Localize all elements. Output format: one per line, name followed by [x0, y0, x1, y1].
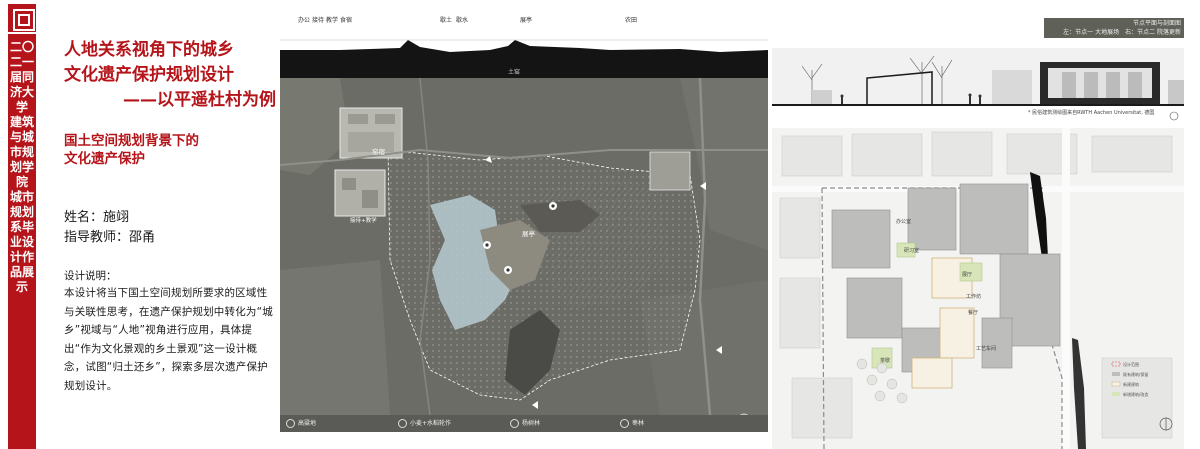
map-top-label: 办公: [298, 16, 310, 24]
description-heading: 设计说明：: [64, 270, 117, 282]
school-logo-icon: [8, 4, 36, 32]
map-top-label: 歇土: [440, 16, 452, 24]
legend-item: 杨树林: [510, 418, 540, 428]
plan-legend-item: 既有建筑/保留: [1123, 371, 1148, 377]
map-top-label: 农田: [625, 16, 637, 24]
banner-strip: 二〇二一届同济大学 建筑与城市规划学院 城市规划系毕业设计作品展示: [8, 34, 36, 449]
plan-label: 办公室: [896, 218, 911, 225]
title-line-3: ——以平遥杜村为例: [123, 90, 276, 110]
plan-label: 餐厅: [968, 309, 978, 316]
advisor-name: 指导教师：邵甬: [64, 230, 156, 245]
circle-icon: [620, 419, 629, 428]
map-top-label: 食宿: [340, 16, 352, 24]
section-header: 节点平面与剖面图 左：节点一 大地展场 右：节点二 院落更新: [1044, 18, 1184, 38]
map-top-label: 土窑: [508, 68, 520, 76]
section-caption: * 民俗建筑测绘图来自RWTH Aachen Universitat, 德国: [1028, 109, 1154, 116]
map-label: 展亭: [522, 229, 536, 238]
subtitle-line-2: 文化遗产保护: [64, 151, 145, 167]
map-top-label: 接待: [312, 16, 324, 24]
author-info: 姓名：施翊 指导教师：邵甬: [64, 208, 155, 248]
map-top-label: 教学: [326, 16, 338, 24]
plan-label: 研习室: [904, 247, 919, 254]
section-header-line-2: 左：节点一 大地展场 右：节点二 院落更新: [1063, 29, 1181, 36]
plan-legend-item: 设计范围: [1123, 361, 1139, 367]
site-map: 办公 接待 教学 食宿 歇土 歇水 展亭 农田 土窑 窑宿 接待+教学 展亭: [280, 0, 768, 432]
section-header-line-1: 节点平面与剖面图: [1132, 20, 1181, 27]
plan-label: 展厅: [962, 272, 972, 278]
student-name: 姓名：施翊: [64, 210, 130, 225]
plan-legend-item: 新增建筑/改造: [1123, 391, 1148, 397]
banner-vertical-text: 二〇二一届同济大学 建筑与城市规划学院 城市规划系毕业设计作品展示: [9, 40, 34, 294]
poster-title: 人地关系视角下的城乡 文化遗产保护规划设计 ——以平遥杜村为例: [64, 38, 276, 113]
map-label: 窑宿: [372, 147, 386, 156]
site-plan: 办公室 展厅 研习室 工作坊 餐厅 工艺车间 茶歇 设计范围 既有建筑/保留 新…: [772, 128, 1184, 449]
plan-label: 茶歇: [880, 357, 890, 364]
legend-item: 高粱地: [286, 418, 316, 428]
site-map-svg: 办公 接待 教学 食宿 歇土 歇水 展亭 农田 土窑 窑宿 接待+教学 展亭: [280, 0, 768, 427]
map-top-label: 歇水: [456, 16, 468, 24]
plan-svg: 办公室 展厅 研习室 工作坊 餐厅 工艺车间 茶歇 设计范围 既有建筑/保留 新…: [772, 128, 1184, 449]
subtitle-line-1: 国土空间规划背景下的: [64, 133, 199, 149]
plan-label: 工作坊: [966, 293, 981, 300]
side-banner: 二〇二一届同济大学 建筑与城市规划学院 城市规划系毕业设计作品展示: [0, 0, 44, 449]
legend-item: 小麦+水稻轮作: [398, 418, 451, 428]
circle-icon: [510, 419, 519, 428]
section-drawing: * 民俗建筑测绘图来自RWTH Aachen Universitat, 德国 节…: [772, 0, 1184, 128]
map-legend: 高粱地 小麦+水稻轮作 杨树林 枣林: [280, 415, 768, 432]
map-top-label: 展亭: [520, 16, 532, 24]
poster-subtitle: 国土空间规划背景下的 文化遗产保护: [64, 132, 276, 168]
plan-legend-item: 新建建筑: [1123, 381, 1139, 387]
title-line-2: 文化遗产保护规划设计: [64, 65, 234, 85]
legend-item: 枣林: [620, 418, 644, 428]
map-label: 接待+教学: [350, 216, 377, 224]
plan-label: 工艺车间: [976, 345, 996, 352]
design-description: 本设计将当下国土空间规划所要求的区域性与关联性思考，在遗产保护规划中转化为“城乡…: [64, 287, 273, 392]
circle-icon: [398, 419, 407, 428]
title-line-1: 人地关系视角下的城乡: [64, 40, 234, 60]
circle-icon: [286, 419, 295, 428]
